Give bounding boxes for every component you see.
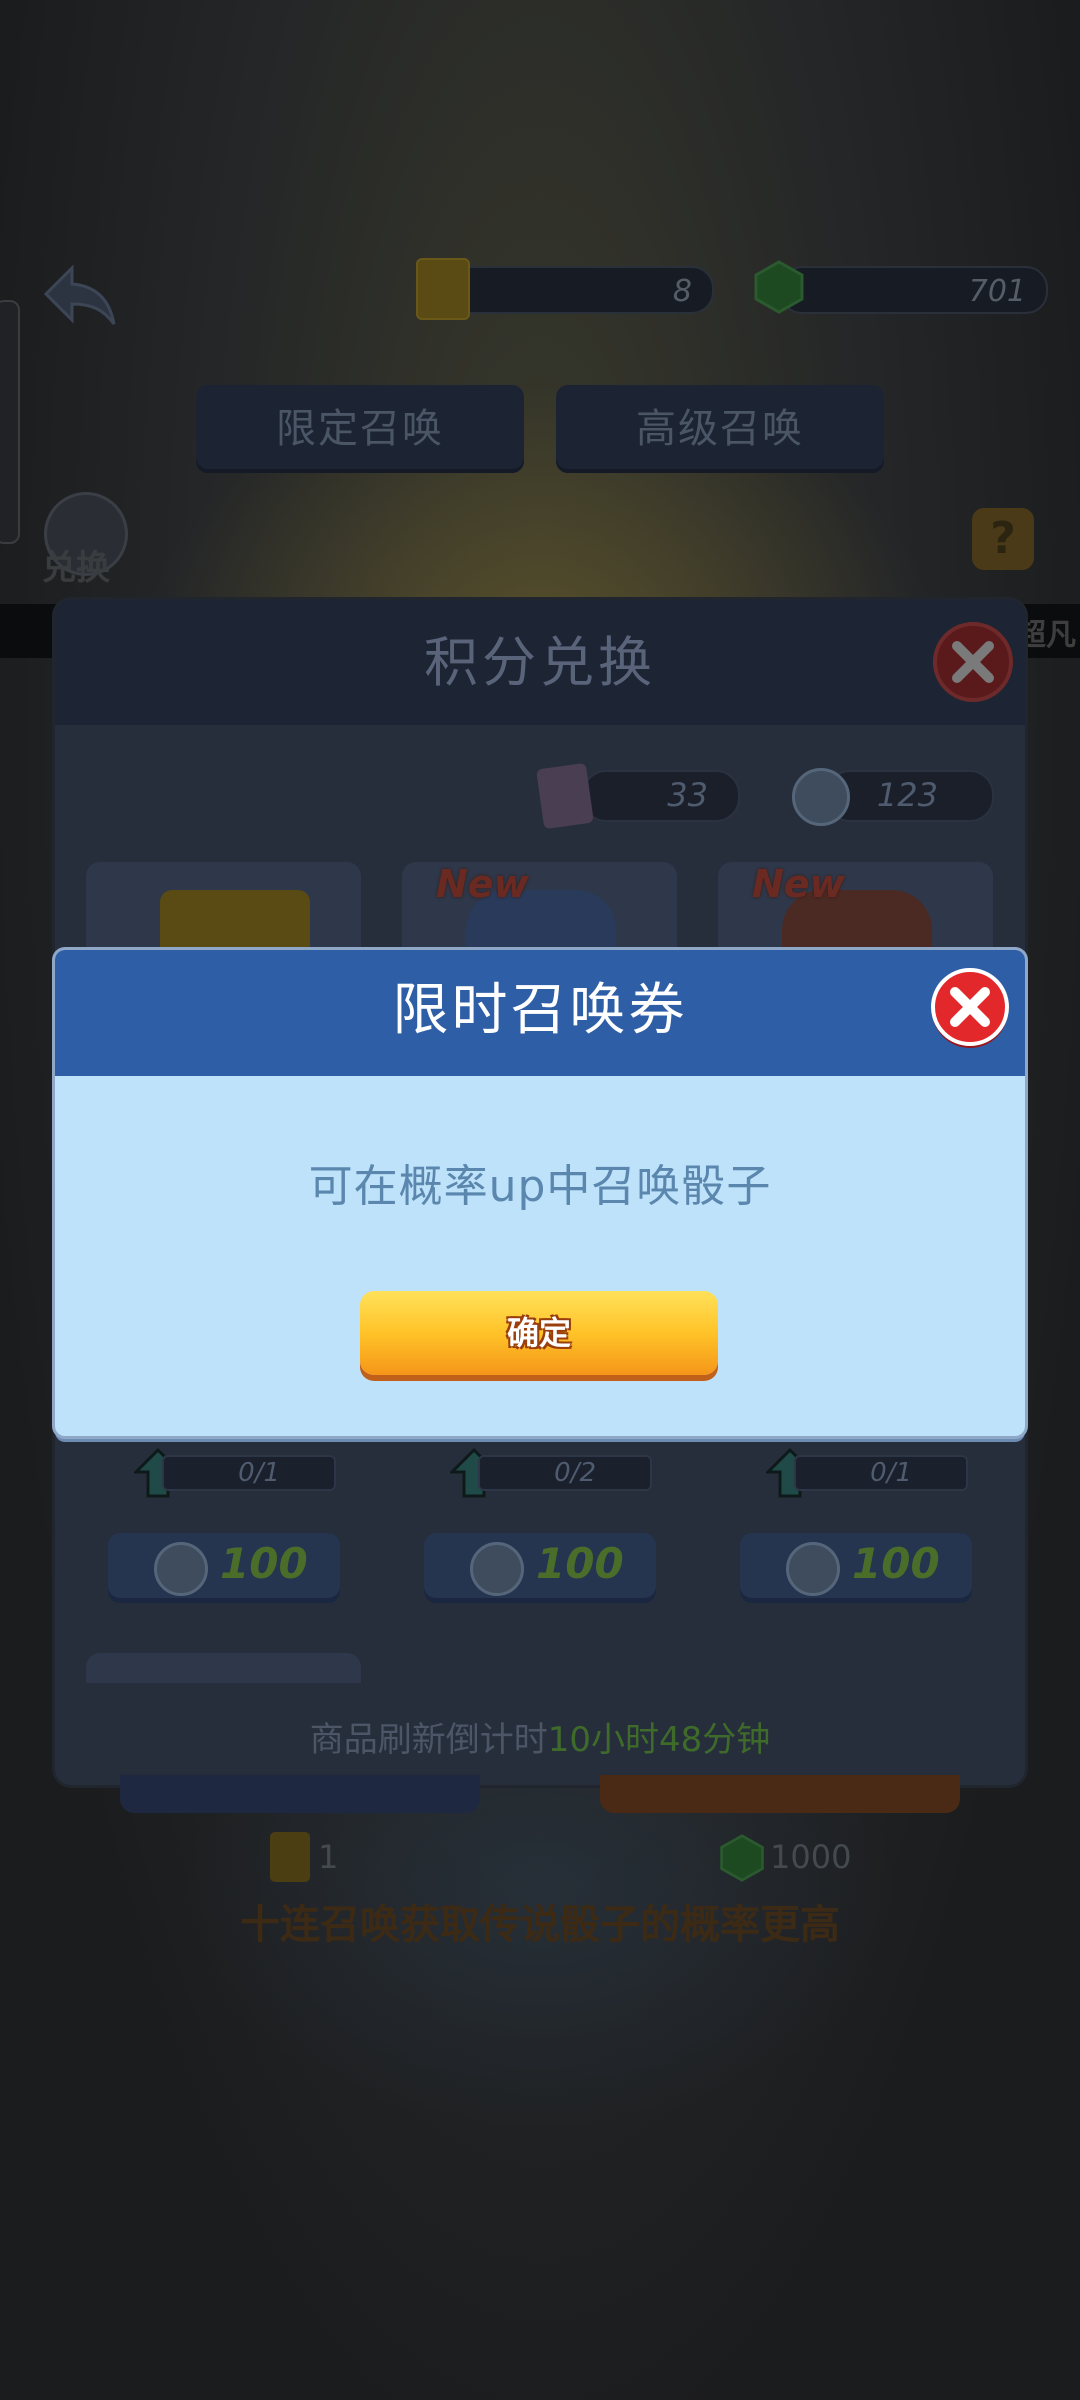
item-limit-value: 0/2	[554, 1458, 596, 1488]
gem-count: 701	[968, 274, 1026, 309]
new-badge: New	[436, 862, 529, 906]
item-price: 100	[536, 1539, 624, 1588]
ticket-counter: 8	[448, 266, 714, 314]
gem-cost-icon	[718, 1834, 766, 1882]
ticket-icon	[416, 258, 470, 320]
tab-limited-summon[interactable]: 限定召唤	[196, 385, 524, 473]
item-limit-bar: 0/1	[162, 1455, 336, 1491]
ticket-count: 8	[672, 274, 692, 309]
gem-cost: 1000	[770, 1838, 852, 1876]
coin-icon	[470, 1542, 524, 1596]
confirm-button[interactable]: 确定	[360, 1291, 718, 1375]
panel-close-icon[interactable]	[931, 620, 1015, 704]
item-limit-bar: 0/2	[478, 1455, 652, 1491]
card-points-icon	[536, 762, 594, 830]
exchange-coin-icon-small	[792, 768, 850, 826]
buy-item-button[interactable]: 100	[424, 1533, 656, 1603]
gem-icon	[752, 260, 806, 314]
help-button[interactable]: ?	[972, 508, 1034, 570]
refresh-label: 商品刷新倒计时	[309, 1720, 548, 1760]
buy-item-button[interactable]: 100	[108, 1533, 340, 1603]
refresh-time: 10小时48分钟	[547, 1720, 771, 1760]
item-price: 100	[852, 1539, 940, 1588]
item-price: 100	[220, 1539, 308, 1588]
tab-advanced-summon[interactable]: 高级召唤	[556, 385, 884, 473]
summon-ten-button[interactable]	[600, 1775, 960, 1813]
panel-title: 积分兑换	[424, 631, 656, 694]
promo-text: 十连召唤获取传说骰子的概率更高	[240, 1902, 840, 1948]
buy-item-button[interactable]: 100	[740, 1533, 972, 1603]
item-limit-value: 0/1	[870, 1458, 912, 1488]
confirm-button-label: 确定	[506, 1315, 571, 1351]
ticket-cost: 1	[318, 1838, 339, 1876]
limited-summon-ticket-dialog: 限时召唤券 可在概率up中召唤骰子 确定	[55, 950, 1025, 1436]
coin-value: 123	[876, 776, 938, 814]
shop-item-card-partial[interactable]	[86, 1653, 361, 1683]
coin-counter: 123	[826, 770, 994, 822]
coin-icon	[154, 1542, 208, 1596]
dialog-close-icon[interactable]	[928, 966, 1012, 1050]
dice-points-value: 33	[667, 776, 708, 814]
side-drawer-handle[interactable]	[0, 300, 20, 544]
exchange-button-label[interactable]: 兑换	[42, 540, 110, 589]
item-limit-bar: 0/1	[794, 1455, 968, 1491]
ticket-cost-icon	[270, 1832, 310, 1882]
dice-points-counter: 33	[582, 770, 740, 822]
new-badge: New	[752, 862, 845, 906]
summon-one-button[interactable]	[120, 1775, 480, 1813]
dialog-title: 限时召唤券	[392, 978, 688, 1043]
dialog-message: 可在概率up中召唤骰子	[308, 1161, 772, 1212]
refresh-countdown: 商品刷新倒计时10小时48分钟	[55, 1712, 1025, 1761]
gem-counter: 701	[780, 266, 1048, 314]
coin-icon	[786, 1542, 840, 1596]
banner-strip-label: 超凡	[1016, 618, 1076, 653]
item-limit-value: 0/1	[238, 1458, 280, 1488]
back-arrow-icon[interactable]	[42, 262, 122, 332]
